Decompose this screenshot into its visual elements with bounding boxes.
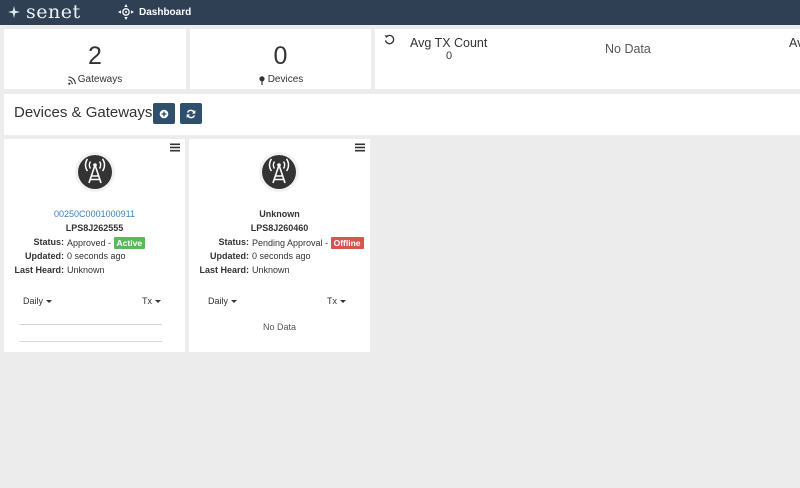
last-heard-key: Last Heard:	[199, 265, 249, 275]
period-dropdown[interactable]: Daily	[23, 296, 53, 306]
devices-label: Devices	[267, 74, 304, 85]
history-icon[interactable]	[384, 34, 395, 45]
avg-cut-title: Av	[789, 36, 800, 50]
chevron-down-icon	[46, 299, 53, 303]
last-heard-key: Last Heard:	[14, 265, 64, 275]
avg-tx-value: 0	[446, 50, 453, 62]
rss-icon	[67, 75, 76, 85]
refresh-button[interactable]	[180, 103, 202, 124]
gateway-card[interactable]: 00250C0001000911 LPS8J262555 Status: App…	[4, 139, 185, 352]
chart-divider-bottom	[19, 341, 162, 342]
chart-no-data: No Data	[262, 322, 297, 332]
menu-icon[interactable]	[355, 143, 365, 152]
period-dropdown[interactable]: Daily	[208, 296, 238, 306]
metric-dropdown[interactable]: Tx	[142, 296, 161, 306]
tower-icon	[259, 152, 299, 192]
top-navbar: senet Dashboard	[0, 0, 800, 25]
gateway-card[interactable]: Unknown LPS8J260460 Status: Pending Appr…	[189, 139, 370, 352]
plus-circle-icon	[159, 109, 169, 118]
period-value: Daily	[23, 296, 44, 306]
status-text: Approved -	[67, 238, 112, 248]
devices-stat-card[interactable]: 0 Devices	[190, 29, 371, 89]
metric-dropdown[interactable]: Tx	[327, 296, 346, 306]
chart-divider-top	[19, 324, 162, 325]
updated-value: 0 seconds ago	[67, 251, 126, 261]
senet-logo-icon	[8, 6, 20, 18]
menu-icon[interactable]	[170, 143, 180, 152]
nav-dashboard-label: Dashboard	[139, 6, 192, 18]
gateway-eui-link[interactable]: 00250C0001000911	[4, 209, 185, 220]
chevron-down-icon	[231, 299, 238, 303]
add-button[interactable]	[153, 103, 175, 124]
status-row: Status: Approved - Active	[33, 237, 146, 249]
avg-tx-panel: Avg TX Count 0 No Data Av	[375, 29, 800, 89]
chevron-down-icon	[155, 299, 161, 303]
updated-key: Updated:	[25, 251, 64, 261]
status-key: Status:	[218, 237, 249, 247]
metric-value: Tx	[327, 296, 337, 306]
status-text: Pending Approval -	[252, 238, 329, 248]
gateways-count: 2	[88, 42, 102, 70]
last-heard-value: Unknown	[67, 265, 105, 275]
dashboard-icon	[118, 4, 134, 20]
period-value: Daily	[208, 296, 229, 306]
senet-logo[interactable]: senet	[8, 2, 81, 22]
devices-stat-label: Devices	[190, 74, 371, 86]
refresh-icon	[186, 109, 196, 118]
last-heard-value: Unknown	[252, 265, 290, 275]
avg-tx-no-data: No Data	[605, 42, 651, 56]
updated-row: Updated: 0 seconds ago	[210, 251, 311, 262]
gateways-stat-card[interactable]: 2 Gateways	[4, 29, 186, 89]
updated-row: Updated: 0 seconds ago	[25, 251, 126, 262]
map-marker-icon	[259, 75, 265, 85]
status-row: Status: Pending Approval - Offline	[218, 237, 364, 249]
status-key: Status:	[33, 237, 64, 247]
gateway-serial: LPS8J260460	[250, 223, 309, 233]
status-badge: Offline	[330, 237, 364, 249]
metric-value: Tx	[142, 296, 152, 306]
last-heard-row: Last Heard: Unknown	[14, 265, 105, 276]
updated-key: Updated:	[210, 251, 249, 261]
last-heard-row: Last Heard: Unknown	[199, 265, 290, 276]
gateway-serial: LPS8J262555	[65, 223, 124, 233]
avg-tx-title: Avg TX Count	[410, 36, 488, 50]
updated-value: 0 seconds ago	[252, 251, 311, 261]
status-badge: Active	[113, 237, 146, 249]
gateways-stat-label: Gateways	[4, 74, 186, 86]
brand-name: senet	[26, 1, 81, 23]
chevron-down-icon	[340, 299, 346, 303]
devices-count: 0	[273, 42, 288, 70]
nav-dashboard-link[interactable]: Dashboard	[118, 3, 191, 21]
tower-icon	[75, 152, 115, 192]
gateway-eui: Unknown	[259, 209, 300, 219]
gateways-label: Gateways	[77, 74, 123, 85]
section-title: Devices & Gateways	[14, 104, 153, 121]
